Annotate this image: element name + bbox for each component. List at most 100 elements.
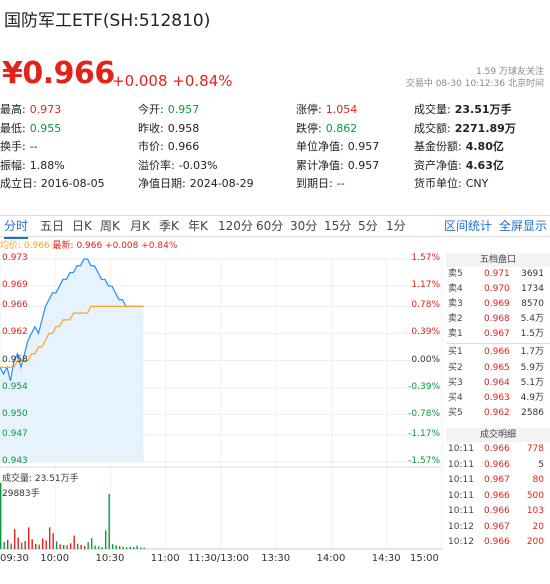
ask-row[interactable]: 卖5 0.971 3691 xyxy=(446,267,550,282)
page-title: 国防军工ETF(SH:512810) xyxy=(4,11,211,31)
stat-value: 0.966 xyxy=(167,140,200,153)
range-stats-link[interactable]: 区间统计 xyxy=(444,216,492,237)
stat-item: 振幅: 1.88% xyxy=(0,157,65,175)
trade-row[interactable]: 10:11 0.966 5 xyxy=(446,458,550,474)
stat-label: 到期日: xyxy=(296,177,333,190)
stat-value: 2271.89万 xyxy=(454,121,516,135)
volume-bar xyxy=(17,537,19,549)
volume-bar xyxy=(55,541,58,549)
tab-6[interactable]: 年K xyxy=(188,216,208,237)
trade-time: 10:11 xyxy=(448,506,474,516)
tab-3[interactable]: 周K xyxy=(100,216,120,237)
bid-row[interactable]: 买5 0.962 2586 xyxy=(446,406,550,421)
follower-count[interactable]: 1.59 万球友关注 xyxy=(406,66,544,78)
trade-volume: 80 xyxy=(532,475,544,485)
stat-label: 单位净值: xyxy=(296,140,344,153)
x-tick-label: 10:30 xyxy=(95,553,125,564)
trade-row[interactable]: 10:11 0.967 80 xyxy=(446,473,550,489)
stat-label: 资产净值: xyxy=(414,158,462,172)
trade-row[interactable]: 10:11 0.966 500 xyxy=(446,489,550,505)
volume-bar xyxy=(111,544,114,549)
volume-bar xyxy=(38,544,40,549)
bid-row[interactable]: 买1 0.966 1.7万 xyxy=(446,345,550,360)
stats-row: 换手: -- 市价: 0.966 单位净值: 0.957 基金份额: 4.80亿 xyxy=(0,138,550,156)
stats-row: 最高: 0.973 今开: 0.957 涨停: 1.054 成交量: 23.51万手 xyxy=(0,101,550,119)
stat-value: 1.054 xyxy=(325,103,358,116)
volume-bar xyxy=(136,545,138,549)
ask-row[interactable]: 卖2 0.968 5.4万 xyxy=(446,312,550,327)
trade-volume: 500 xyxy=(526,490,544,501)
tab-12[interactable]: 1分 xyxy=(386,216,406,237)
price-change: +0.008 +0.84% xyxy=(112,72,233,90)
volume-bar xyxy=(45,540,47,549)
tab-2[interactable]: 日K xyxy=(72,216,92,237)
stat-label: 跌停: xyxy=(296,121,322,135)
stat-item: 溢价率: -0.03% xyxy=(138,157,218,175)
tab-10[interactable]: 15分 xyxy=(324,216,351,237)
stat-label: 净值日期: xyxy=(138,177,186,190)
volume-bar xyxy=(73,535,75,549)
stat-item: 成交量: 23.51万手 xyxy=(414,101,512,119)
tab-11[interactable]: 5分 xyxy=(358,216,378,237)
level-label: 卖1 xyxy=(448,329,463,340)
stat-label: 溢价率: xyxy=(138,158,175,172)
y-tick-label: 0.969 xyxy=(2,280,28,291)
stat-label: 换手: xyxy=(0,140,26,153)
level-volume: 5.4万 xyxy=(520,314,544,325)
volume-bar xyxy=(52,533,54,549)
ask-row[interactable]: 卖1 0.967 1.5万 xyxy=(446,327,550,342)
trade-volume: 778 xyxy=(526,444,544,454)
tab-8[interactable]: 60分 xyxy=(256,216,283,237)
volume-bar xyxy=(69,543,72,549)
tab-7[interactable]: 120分 xyxy=(218,216,253,237)
ask-row[interactable]: 卖3 0.969 8570 xyxy=(446,297,550,312)
trade-price: 0.966 xyxy=(484,537,510,547)
stat-value: -- xyxy=(29,140,38,153)
level-label: 买1 xyxy=(448,347,463,358)
bid-row[interactable]: 买3 0.964 5.1万 xyxy=(446,376,550,391)
tab-4[interactable]: 月K xyxy=(130,216,150,237)
x-tick-label: 09:30 xyxy=(0,553,29,564)
tab-5[interactable]: 季K xyxy=(159,216,179,237)
stat-label: 涨停: xyxy=(296,103,322,116)
volume-bar xyxy=(6,539,9,549)
stat-value: 23.51万手 xyxy=(454,103,512,116)
stats-row: 振幅: 1.88% 溢价率: -0.03% 累计净值: 0.957 资产净值: 4.63亿 xyxy=(0,157,550,175)
intraday-chart[interactable] xyxy=(0,250,446,553)
stat-value: CNY xyxy=(465,177,489,190)
y-tick-label: 0.973 xyxy=(2,253,28,263)
bid-row[interactable]: 买2 0.965 5.9万 xyxy=(446,361,550,376)
stat-item: 成交额: 2271.89万 xyxy=(414,120,516,138)
trading-status: 交易中 08-30 10:12:36 北京时间 xyxy=(405,79,544,89)
y-tick-label: 0.943 xyxy=(2,456,28,466)
volume-bar xyxy=(101,547,103,549)
level-label: 卖5 xyxy=(448,269,463,279)
stat-label: 昨收: xyxy=(138,121,164,135)
trade-time: 10:11 xyxy=(448,490,474,501)
tab-9[interactable]: 30分 xyxy=(290,216,317,237)
current-price: ¥0.966 xyxy=(2,56,115,91)
volume-bar xyxy=(13,529,16,549)
stat-item: 换手: -- xyxy=(0,138,38,156)
fullscreen-link[interactable]: 全屏显示 xyxy=(499,216,547,237)
trade-price: 0.967 xyxy=(484,521,510,532)
volume-bar xyxy=(108,493,110,549)
stat-label: 振幅: xyxy=(0,158,26,172)
level-volume: 5.9万 xyxy=(520,362,544,373)
volume-bar xyxy=(132,547,135,549)
trade-row[interactable]: 10:11 0.966 103 xyxy=(446,504,550,520)
stat-value: 0.957 xyxy=(347,140,380,153)
stat-item: 成立日: 2016-08-05 xyxy=(0,175,105,193)
volume-bar xyxy=(27,527,30,549)
trade-row[interactable]: 10:12 0.966 200 xyxy=(446,535,550,551)
tab-1[interactable]: 五日 xyxy=(40,216,64,237)
trade-row[interactable]: 10:12 0.967 20 xyxy=(446,520,550,536)
level-label: 卖3 xyxy=(448,299,463,310)
trade-row[interactable]: 10:11 0.966 778 xyxy=(446,442,550,458)
ask-row[interactable]: 卖4 0.970 1734 xyxy=(446,282,550,297)
pct-tick-label: -0.78% xyxy=(408,408,440,419)
stat-value: 0.973 xyxy=(29,103,62,116)
tab-0[interactable]: 分时 xyxy=(4,216,29,239)
stat-value: -0.03% xyxy=(178,158,218,172)
bid-row[interactable]: 买4 0.963 4.9万 xyxy=(446,391,550,406)
